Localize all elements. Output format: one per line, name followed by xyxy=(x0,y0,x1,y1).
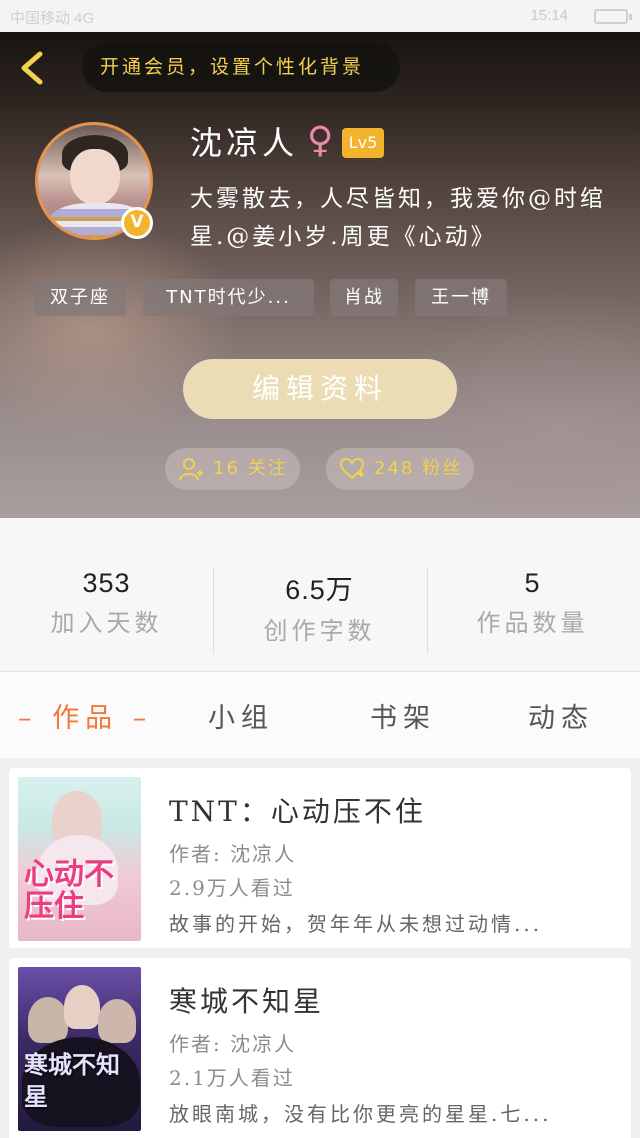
tab-activity[interactable]: 动态 xyxy=(528,696,594,735)
book-cover: 心动不压住 xyxy=(18,777,141,941)
status-bar: 中国移动 4G 15:14 xyxy=(0,0,640,32)
work-card[interactable]: 寒城不知星 寒城不知星 作者: 沈凉人 2.1万人看过 放眼南城，没有比你更亮的… xyxy=(9,958,631,1138)
cover-figure xyxy=(98,999,136,1043)
tag-wangyibo[interactable]: 王一博 xyxy=(415,279,507,316)
stat-label: 作品数量 xyxy=(476,609,589,637)
works-list: 心动不压住 TNT：心动压不住 作者: 沈凉人 2.9万人看过 故事的开始，贺年… xyxy=(0,758,640,1138)
book-author: 作者: 沈凉人 xyxy=(169,1032,297,1056)
stat-join-days: 353 加入天数 xyxy=(0,568,213,638)
stat-word-count: 6.5万 创作字数 xyxy=(213,568,426,646)
tag-xiaozhan[interactable]: 肖战 xyxy=(330,279,398,316)
avatar-face xyxy=(70,149,120,205)
cover-title: 寒城不知星 xyxy=(24,1050,120,1111)
status-time: 15:14 xyxy=(530,7,568,24)
cover-figure xyxy=(28,997,68,1043)
stat-value: 5 xyxy=(524,568,541,598)
edit-profile-button[interactable]: 编辑资料 xyxy=(183,359,457,419)
tab-bookshelf[interactable]: 书架 xyxy=(370,696,436,735)
profile-tabs: – 作品 – 小组 书架 动态 xyxy=(0,671,640,758)
book-views: 2.1万人看过 xyxy=(169,1066,295,1090)
tab-works[interactable]: – 作品 – xyxy=(18,696,152,735)
level-badge: Lv5 xyxy=(342,128,384,158)
stats-panel: 353 加入天数 6.5万 创作字数 5 作品数量 xyxy=(0,518,640,670)
female-icon: ♀ xyxy=(307,120,334,161)
tab-groups[interactable]: 小组 xyxy=(208,696,274,735)
verified-badge: V xyxy=(121,207,153,239)
heart-icon xyxy=(340,457,364,480)
username: 沈凉人 xyxy=(190,124,299,162)
stat-divider xyxy=(213,568,214,654)
following-count: 16 关注 xyxy=(213,458,288,479)
battery-icon xyxy=(594,9,632,24)
following-button[interactable]: 16 关注 xyxy=(165,448,300,490)
book-description: 故事的开始，贺年年从未想过动情... xyxy=(169,912,543,936)
book-description: 放眼南城，没有比你更亮的星星.七... xyxy=(169,1102,552,1126)
book-cover: 寒城不知星 xyxy=(18,967,141,1131)
book-title: TNT：心动压不住 xyxy=(169,795,426,828)
stat-label: 加入天数 xyxy=(50,609,163,637)
stat-label: 创作字数 xyxy=(263,617,376,645)
profile-header: 中国移动 4G 15:14 开通会员，设置个性化背景 V 沈凉人 ♀ Lv5 大… xyxy=(0,0,640,518)
cover-title: 心动不压住 xyxy=(24,857,114,924)
back-icon[interactable] xyxy=(16,50,52,86)
stat-divider xyxy=(427,568,428,654)
vip-banner[interactable]: 开通会员，设置个性化背景 xyxy=(82,42,400,92)
book-title: 寒城不知星 xyxy=(169,985,325,1018)
bio-text: 大雾散去，人尽皆知，我爱你@时绾星.@姜小岁.周更《心动》 xyxy=(190,186,606,250)
cover-figure xyxy=(64,985,100,1029)
stat-value: 353 xyxy=(82,568,131,598)
fans-count: 248 粉丝 xyxy=(374,458,463,479)
book-views: 2.9万人看过 xyxy=(169,876,295,900)
work-card[interactable]: 心动不压住 TNT：心动压不住 作者: 沈凉人 2.9万人看过 故事的开始，贺年… xyxy=(9,768,631,948)
tag-zodiac[interactable]: 双子座 xyxy=(34,279,126,316)
carrier-text: 中国移动 4G xyxy=(10,10,95,27)
book-author: 作者: 沈凉人 xyxy=(169,842,297,866)
user-add-icon xyxy=(179,458,203,481)
stat-value: 6.5万 xyxy=(285,575,354,605)
fans-button[interactable]: 248 粉丝 xyxy=(326,448,474,490)
tag-fandom[interactable]: TNT时代少... xyxy=(143,279,314,316)
stat-works-count: 5 作品数量 xyxy=(426,568,639,638)
